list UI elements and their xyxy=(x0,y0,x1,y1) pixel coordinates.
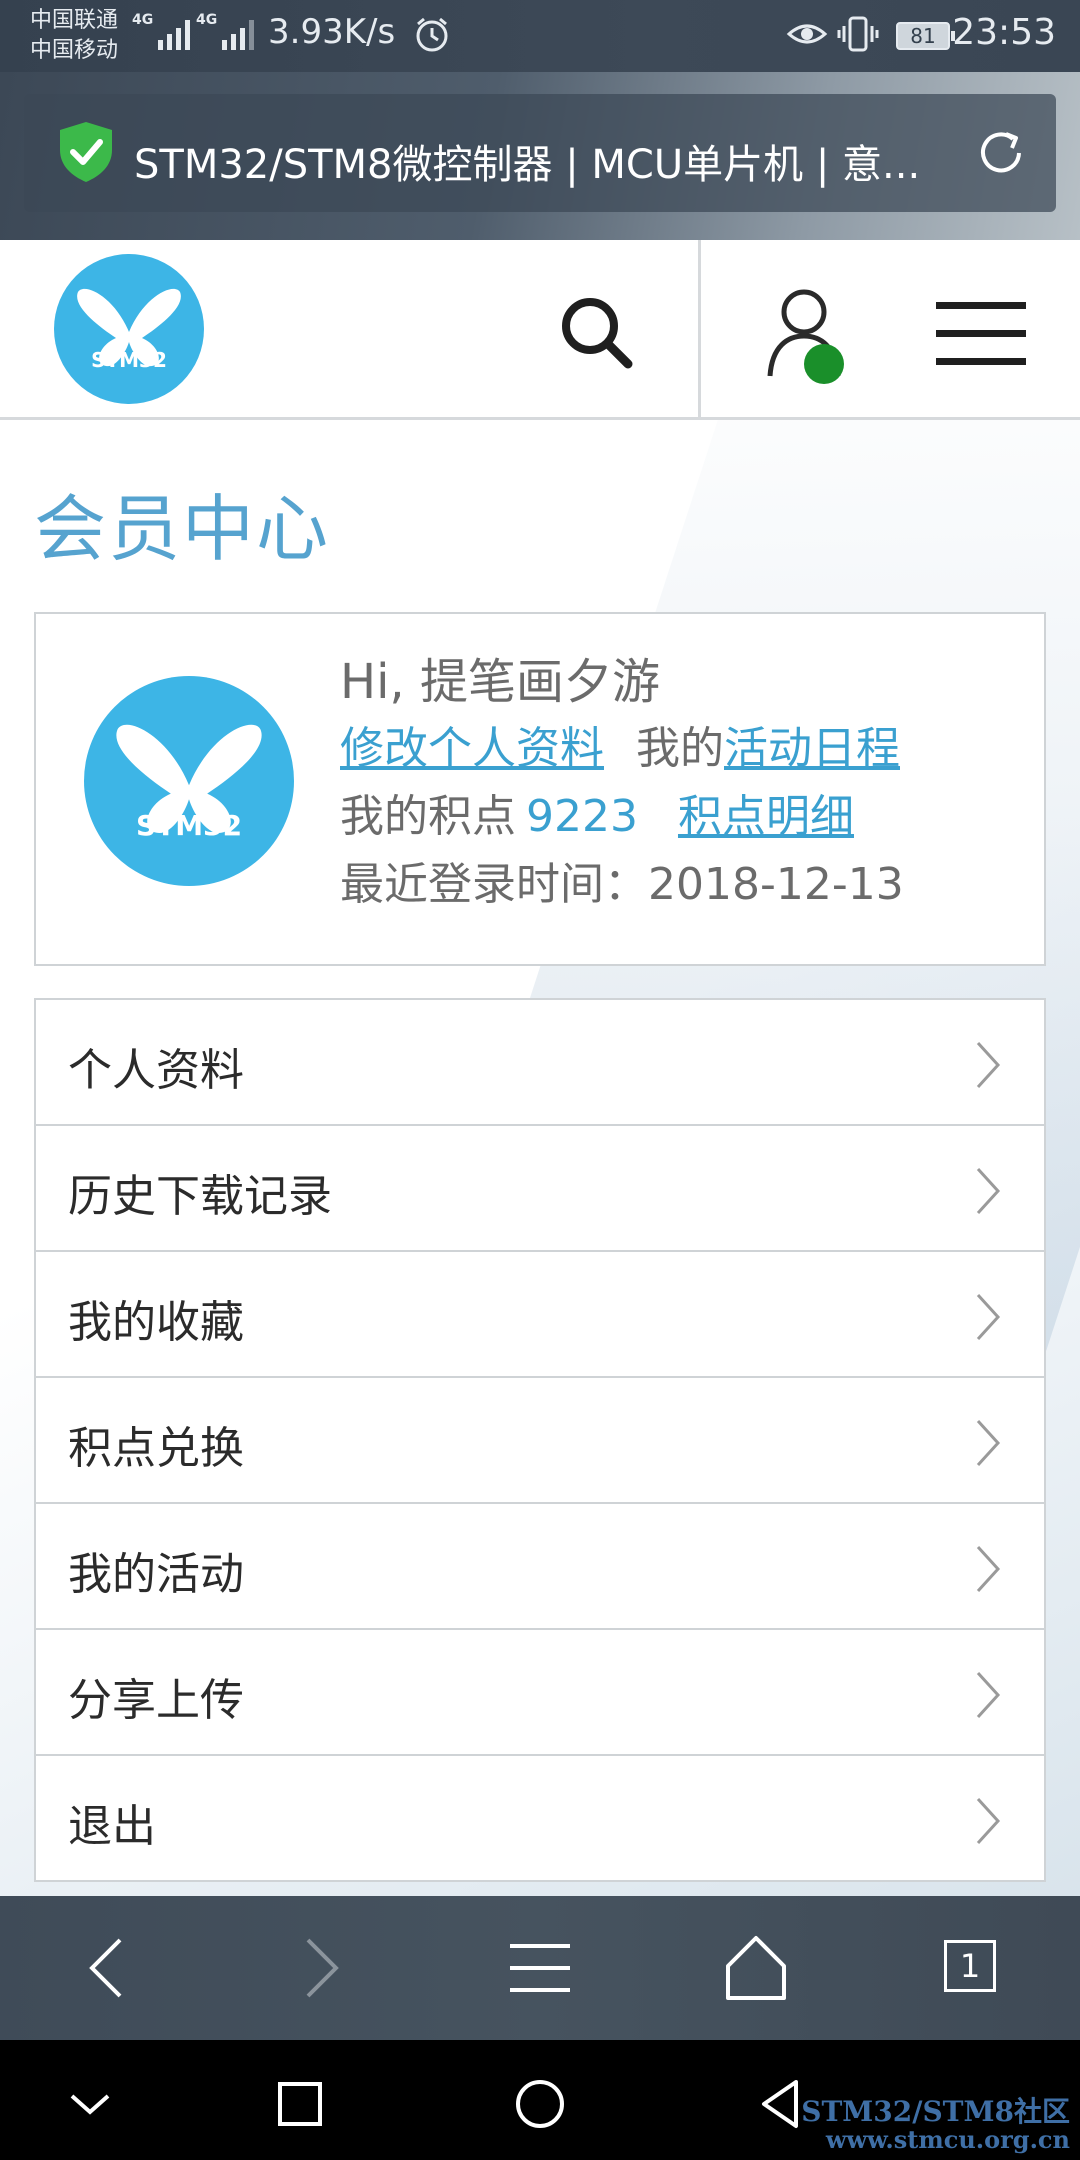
member-menu: 个人资料 历史下载记录 我的收藏 积点兑换 我的活动 分享上传 退出 xyxy=(34,998,1046,1882)
butterfly-icon xyxy=(116,724,262,834)
status-bar: 中国联通 中国移动 4G 4G 3.93K/s 81 23:53 xyxy=(0,0,1080,72)
signal-icon: 4G xyxy=(132,12,190,50)
clock: 23:53 xyxy=(952,12,1056,53)
profile-links: 修改个人资料 我的活动日程 xyxy=(340,712,900,776)
edit-profile-link[interactable]: 修改个人资料 xyxy=(340,723,604,774)
last-login: 最近登录时间：2018-12-13 xyxy=(340,859,904,910)
greeting: Hi, 提笔画夕游 xyxy=(340,654,660,710)
page-title: 会员中心 xyxy=(34,487,331,571)
menu-item-profile[interactable]: 个人资料 xyxy=(36,1000,1044,1126)
eye-comfort-icon xyxy=(786,24,828,44)
browser-address-area: STM32/STM8微控制器 | MCU单片机 | 意... xyxy=(0,72,1080,240)
home-circle-icon[interactable] xyxy=(510,2074,570,2134)
profile-card: STM32 Hi, 提笔画夕游 修改个人资料 我的活动日程 我的积点 9223 积点… xyxy=(34,612,1046,966)
home-icon[interactable] xyxy=(716,1932,796,2004)
menu-item-points-exchange[interactable]: 积点兑换 xyxy=(36,1378,1044,1504)
menu-item-my-activities[interactable]: 我的活动 xyxy=(36,1504,1044,1630)
system-navigation-bar: STM32/STM8社区 www.stmcu.org.cn xyxy=(0,2040,1080,2160)
tabs-count-button[interactable]: 1 xyxy=(944,1940,996,1992)
user-account-icon[interactable] xyxy=(760,284,860,384)
browser-menu-icon[interactable] xyxy=(500,1932,580,2004)
avatar: STM32 xyxy=(84,676,294,886)
menu-item-download-history[interactable]: 历史下载记录 xyxy=(36,1126,1044,1252)
battery-indicator: 81 xyxy=(896,22,955,50)
menu-item-label: 退出 xyxy=(68,1801,156,1852)
chevron-right-icon xyxy=(976,1293,1001,1341)
vibrate-icon xyxy=(837,16,879,52)
menu-item-label: 积点兑换 xyxy=(68,1423,244,1474)
chevron-right-icon xyxy=(976,1545,1001,1593)
alarm-icon xyxy=(416,17,448,52)
points-detail-link[interactable]: 积点明细 xyxy=(678,791,854,842)
menu-item-label: 历史下载记录 xyxy=(68,1171,332,1222)
watermark-line-2: www.stmcu.org.cn xyxy=(825,2125,1070,2154)
recent-apps-icon[interactable] xyxy=(270,2074,330,2134)
network-speed: 3.93K/s xyxy=(268,12,396,52)
chevron-right-icon xyxy=(976,1167,1001,1215)
watermark-line-1: STM32/STM8社区 xyxy=(801,2095,1070,2128)
menu-item-logout[interactable]: 退出 xyxy=(36,1756,1044,1880)
carrier-labels: 中国联通 中国移动 xyxy=(30,6,118,66)
site-header: STM32 xyxy=(0,240,1080,420)
butterfly-icon xyxy=(77,288,181,367)
chevron-right-icon xyxy=(976,1041,1001,1089)
my-prefix: 我的 xyxy=(636,723,724,774)
header-divider xyxy=(698,240,701,420)
points-value: 9223 xyxy=(526,791,638,842)
search-icon[interactable] xyxy=(552,288,642,378)
points-line: 我的积点 9223 积点明细 xyxy=(340,780,854,844)
page-title-in-address-bar[interactable]: STM32/STM8微控制器 | MCU单片机 | 意... xyxy=(134,132,920,190)
address-bar[interactable]: STM32/STM8微控制器 | MCU单片机 | 意... xyxy=(24,94,1056,212)
hamburger-menu-icon[interactable] xyxy=(932,288,1032,378)
menu-item-label: 我的收藏 xyxy=(68,1297,244,1348)
reload-icon[interactable] xyxy=(972,124,1030,182)
avatar-logo-text: STM32 xyxy=(135,809,243,842)
menu-item-label: 我的活动 xyxy=(68,1549,244,1600)
carrier-2: 中国移动 xyxy=(30,38,119,63)
collapse-chevron-down-icon[interactable] xyxy=(60,2074,120,2134)
secure-shield-icon xyxy=(60,122,112,182)
chevron-right-icon xyxy=(976,1419,1001,1467)
activity-schedule-link[interactable]: 活动日程 xyxy=(724,723,900,774)
forward-arrow-icon[interactable] xyxy=(282,1932,362,2004)
menu-item-share-upload[interactable]: 分享上传 xyxy=(36,1630,1044,1756)
signal-icon-2: 4G xyxy=(196,12,254,50)
online-status-dot xyxy=(804,344,844,384)
menu-item-label: 分享上传 xyxy=(68,1675,244,1726)
carrier-1: 中国联通 xyxy=(30,8,119,33)
back-arrow-icon[interactable] xyxy=(66,1932,146,2004)
points-label: 我的积点 xyxy=(340,791,516,842)
chevron-right-icon xyxy=(976,1671,1001,1719)
menu-item-favorites[interactable]: 我的收藏 xyxy=(36,1252,1044,1378)
community-watermark: STM32/STM8社区 www.stmcu.org.cn xyxy=(801,2098,1070,2154)
chevron-right-icon xyxy=(976,1797,1001,1845)
menu-item-label: 个人资料 xyxy=(68,1045,244,1096)
site-logo[interactable]: STM32 xyxy=(54,254,204,404)
browser-toolbar: 1 xyxy=(0,1896,1080,2040)
logo-text: STM32 xyxy=(91,348,167,372)
